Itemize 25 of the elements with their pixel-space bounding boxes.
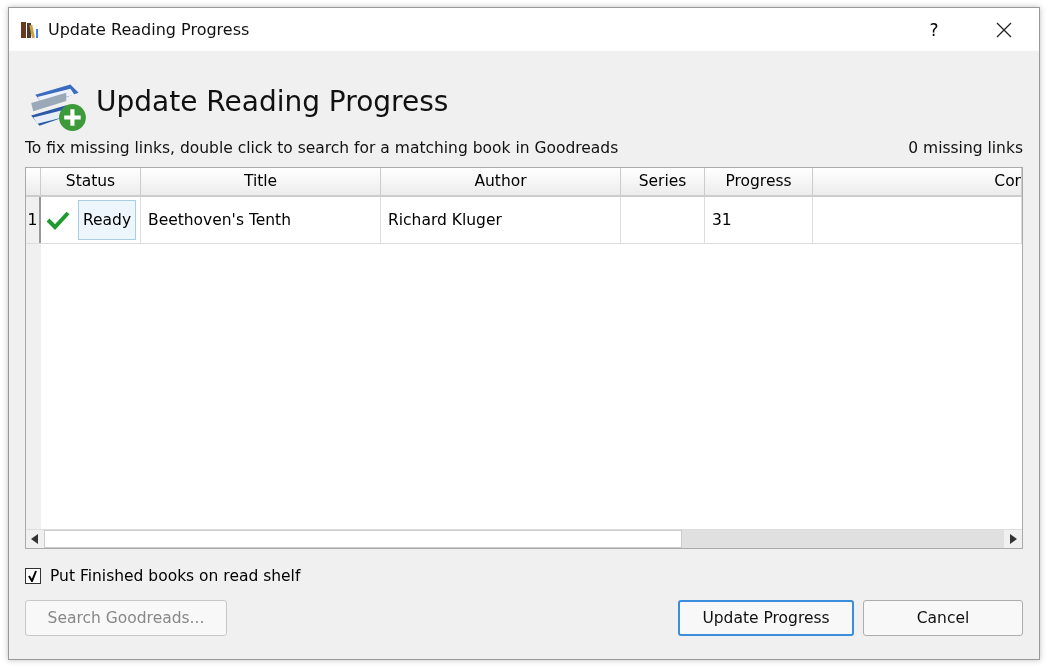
window-title: Update Reading Progress	[48, 20, 250, 39]
right-arrow-icon	[1009, 534, 1017, 544]
row-number[interactable]: 1	[26, 197, 41, 243]
column-header[interactable]: Title	[141, 168, 381, 195]
status-cell[interactable]: Ready	[78, 200, 137, 240]
missing-links-count: 0 missing links	[908, 139, 1023, 159]
column-header[interactable]: Cor	[813, 168, 1022, 195]
table-cell[interactable]: Richard Kluger	[381, 197, 621, 243]
scrollbar-thumb[interactable]	[44, 530, 682, 548]
left-arrow-icon	[31, 534, 39, 544]
cancel-button[interactable]: Cancel	[863, 600, 1023, 636]
dialog-heading: Update Reading Progress	[96, 84, 449, 118]
column-header[interactable]: Author	[381, 168, 621, 195]
column-header[interactable]: Progress	[705, 168, 813, 195]
instructions-text: To fix missing links, double click to search for a matching book in Goodreads	[25, 139, 619, 159]
help-button[interactable]: ?	[899, 8, 969, 51]
column-header[interactable]: Series	[621, 168, 705, 195]
table-cell[interactable]: Beethoven's Tenth	[141, 197, 381, 243]
books-icon	[20, 19, 40, 40]
update-button[interactable]: Update Progress	[678, 600, 854, 636]
checkbox-label[interactable]: Put Finished books on read shelf	[50, 567, 301, 585]
table-cell[interactable]: 31	[705, 197, 813, 243]
column-header[interactable]: Status	[41, 168, 141, 195]
checkbox[interactable]	[25, 568, 41, 584]
close-icon	[996, 21, 1012, 38]
